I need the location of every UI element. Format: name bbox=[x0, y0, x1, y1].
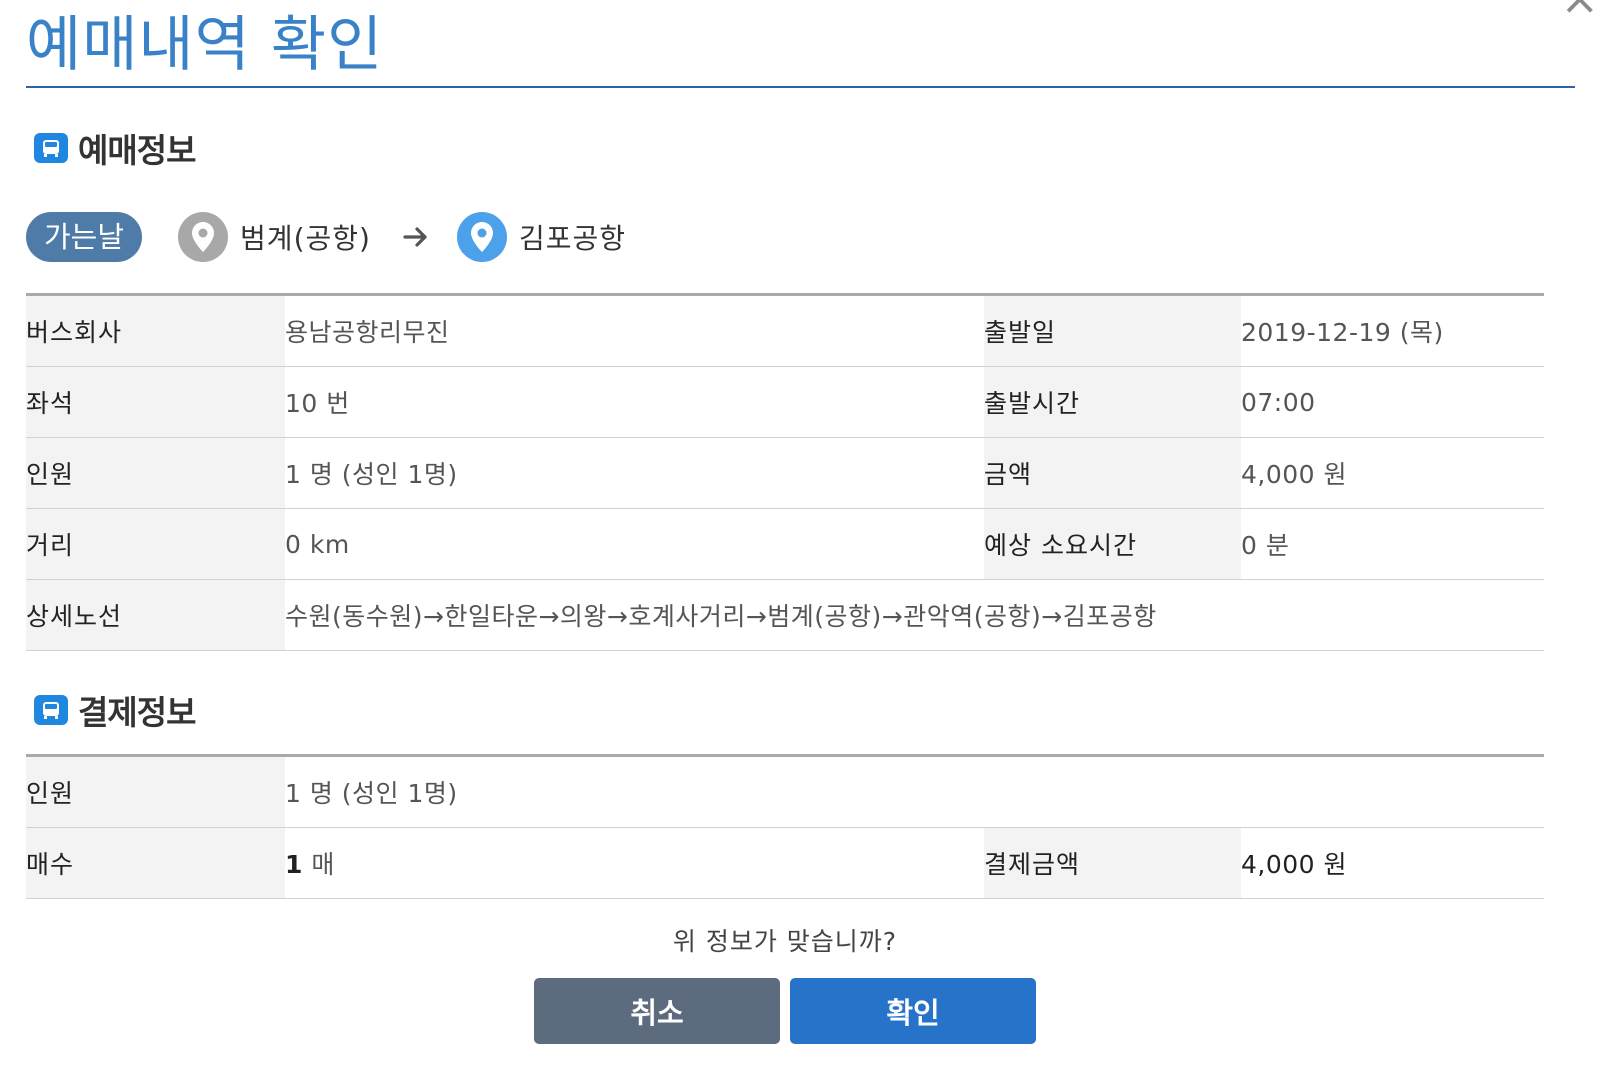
ticket-count-unit: 매 bbox=[311, 850, 335, 879]
origin-name: 범계(공항) bbox=[240, 222, 371, 255]
payment-amount-value: 4,000 원 bbox=[1241, 827, 1545, 899]
bus-icon bbox=[34, 695, 68, 725]
payment-info-table: 인원 1 명 (성인 1명) 매수 1 매 결제금액 4,000 원 bbox=[26, 754, 1545, 899]
fare-label: 금액 bbox=[984, 437, 1241, 509]
reservation-info-table: 버스회사 용남공항리무진 출발일 2019-12-19 (목) 좌석 10 번 … bbox=[26, 293, 1544, 651]
ticket-count-label: 매수 bbox=[26, 827, 285, 899]
estimated-duration-value: 0 분 bbox=[1241, 508, 1544, 580]
confirmation-question: 위 정보가 맞습니까? bbox=[672, 927, 898, 956]
cancel-button[interactable]: 취소 bbox=[534, 978, 780, 1044]
passengers-value: 1 명 (성인 1명) bbox=[285, 437, 984, 509]
payment-section-heading: 결제정보 bbox=[34, 686, 196, 734]
route-summary: 가는날 범계(공항) 김포공항 bbox=[26, 210, 626, 264]
seat-label: 좌석 bbox=[26, 366, 285, 438]
distance-label: 거리 bbox=[26, 508, 285, 580]
confirm-button[interactable]: 확인 bbox=[790, 978, 1036, 1044]
origin-pin-icon bbox=[178, 212, 229, 262]
page-title: 예매내역 확인 bbox=[26, 10, 384, 80]
route-detail-value: 수원(동수원)→한일타운→의왕→호계사거리→범계(공항)→관악역(공항)→김포공… bbox=[285, 579, 1544, 651]
ticket-count-value: 1 매 bbox=[285, 827, 984, 899]
table-row: 거리 0 km 예상 소요시간 0 분 bbox=[26, 508, 1544, 580]
table-row: 버스회사 용남공항리무진 출발일 2019-12-19 (목) bbox=[26, 294, 1544, 367]
bus-icon bbox=[34, 133, 68, 163]
arrow-right-icon bbox=[403, 227, 427, 247]
passengers-label: 인원 bbox=[26, 437, 285, 509]
title-divider bbox=[26, 86, 1575, 88]
payment-passengers-value: 1 명 (성인 1명) bbox=[285, 755, 1545, 828]
destination-pin-icon bbox=[456, 212, 507, 262]
bus-company-label: 버스회사 bbox=[26, 294, 285, 367]
payment-section-title: 결제정보 bbox=[78, 693, 196, 732]
ticket-count-number: 1 bbox=[285, 850, 303, 879]
bus-company-value: 용남공항리무진 bbox=[285, 294, 984, 367]
direction-badge: 가는날 bbox=[26, 212, 143, 262]
departure-time-label: 출발시간 bbox=[984, 366, 1241, 438]
table-row: 상세노선 수원(동수원)→한일타운→의왕→호계사거리→범계(공항)→관악역(공항… bbox=[26, 579, 1544, 651]
payment-passengers-label: 인원 bbox=[26, 755, 285, 828]
fare-value: 4,000 원 bbox=[1241, 437, 1544, 509]
reservation-section-heading: 예매정보 bbox=[34, 124, 196, 172]
destination-name: 김포공항 bbox=[518, 222, 626, 255]
route-detail-label: 상세노선 bbox=[26, 579, 285, 651]
departure-date-label: 출발일 bbox=[984, 294, 1241, 367]
departure-time-value: 07:00 bbox=[1241, 366, 1544, 438]
close-icon[interactable]: × bbox=[1559, 0, 1599, 21]
reservation-section-title: 예매정보 bbox=[78, 131, 196, 170]
table-row: 인원 1 명 (성인 1명) 금액 4,000 원 bbox=[26, 437, 1544, 509]
payment-amount-label: 결제금액 bbox=[984, 827, 1241, 899]
table-row: 매수 1 매 결제금액 4,000 원 bbox=[26, 827, 1545, 899]
seat-value: 10 번 bbox=[285, 366, 984, 438]
table-row: 인원 1 명 (성인 1명) bbox=[26, 755, 1545, 828]
departure-date-value: 2019-12-19 (목) bbox=[1241, 294, 1544, 367]
distance-value: 0 km bbox=[285, 508, 984, 580]
estimated-duration-label: 예상 소요시간 bbox=[984, 508, 1241, 580]
table-row: 좌석 10 번 출발시간 07:00 bbox=[26, 366, 1544, 438]
